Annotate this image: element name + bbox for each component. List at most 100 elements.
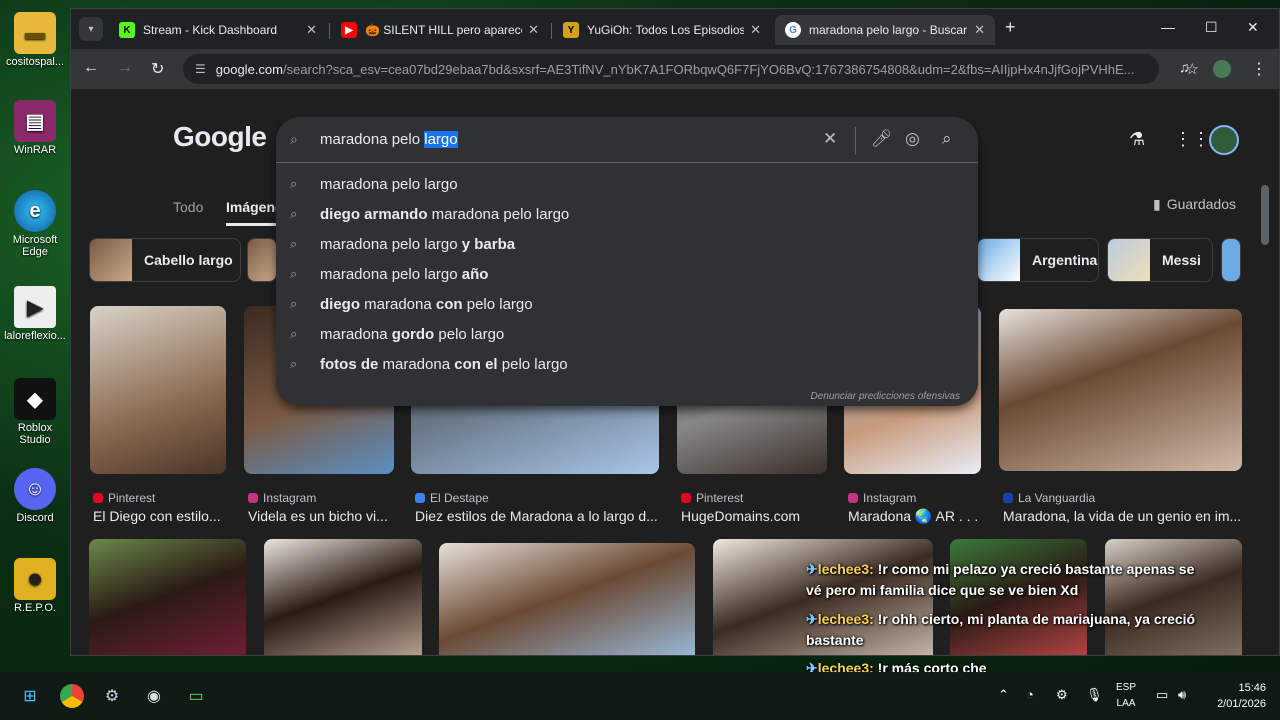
- tab-yugioh[interactable]: Y YuGiOh: Todos Los Episodios A ✕: [553, 15, 771, 45]
- search-input[interactable]: maradona pelo largo: [320, 131, 458, 148]
- result-caption[interactable]: Diez estilos de Maradona a lo largo d...: [415, 508, 665, 524]
- menu-kebab-icon[interactable]: ⋮: [1251, 59, 1267, 79]
- result-caption[interactable]: El Diego con estilo...: [93, 508, 233, 524]
- site-info-icon[interactable]: ☰: [195, 62, 206, 76]
- video-file-icon: ▶: [14, 286, 56, 328]
- search-icon: ⌕: [290, 236, 298, 251]
- suggestion-item[interactable]: ⌕ diego armando maradona pelo largo: [276, 199, 978, 229]
- result-image[interactable]: [439, 543, 695, 655]
- tab-kick[interactable]: K Stream - Kick Dashboard ✕: [109, 15, 327, 45]
- browser-window: ▾ K Stream - Kick Dashboard ✕ ▶ 🎃 SILENT…: [70, 8, 1280, 656]
- close-tab-icon[interactable]: ✕: [306, 22, 317, 38]
- desktop-icon-roblox[interactable]: ◆ Roblox Studio: [2, 378, 68, 446]
- saved-link[interactable]: ▮ Guardados: [1153, 196, 1236, 213]
- report-predictions-link[interactable]: Denunciar predicciones ofensivas: [810, 391, 960, 402]
- result-source[interactable]: Instagram: [248, 491, 316, 505]
- suggestion-text: fotos de maradona con el pelo largo: [320, 356, 568, 373]
- result-source[interactable]: Pinterest: [681, 491, 743, 505]
- labs-flask-icon[interactable]: ⚗: [1129, 129, 1145, 150]
- tab-youtube[interactable]: ▶ 🎃 SILENT HILL pero aparece E ✕: [331, 15, 549, 45]
- result-image[interactable]: [89, 539, 246, 655]
- suggestion-item[interactable]: ⌕ maradona pelo largo: [276, 169, 978, 199]
- back-arrow-icon[interactable]: ←: [83, 59, 99, 77]
- desktop-icon-winrar[interactable]: ▤ WinRAR: [2, 100, 68, 156]
- chip-messi[interactable]: Messi: [1107, 238, 1213, 282]
- result-image[interactable]: [1105, 539, 1242, 655]
- result-image[interactable]: [999, 309, 1242, 471]
- suggestion-text: maradona pelo largo: [320, 176, 458, 193]
- suggestion-bold-part: gordo: [391, 325, 435, 343]
- tray-overflow-icon[interactable]: ⌃: [998, 687, 1009, 703]
- winrar-icon: ▤: [14, 100, 56, 142]
- steam-taskbar-icon[interactable]: ⚙: [100, 684, 124, 708]
- chip-argentina[interactable]: Argentina: [977, 238, 1099, 282]
- close-window-button[interactable]: ✕: [1247, 19, 1259, 36]
- chip-cabello-largo[interactable]: Cabello largo: [89, 238, 241, 282]
- minimize-button[interactable]: —: [1161, 19, 1175, 35]
- apps-grid-icon[interactable]: ⋮⋮: [1174, 129, 1210, 150]
- desktop-icon-edge[interactable]: e Microsoft Edge: [2, 190, 68, 258]
- account-avatar[interactable]: [1209, 125, 1239, 155]
- chip-partial[interactable]: [247, 238, 277, 282]
- windows-start-icon[interactable]: ⊞: [18, 684, 42, 708]
- chrome-taskbar-icon[interactable]: [60, 684, 84, 708]
- chat-text: vé pero mi familia dice que se ve bien X…: [806, 582, 1079, 598]
- volume-icon[interactable]: 🔊︎: [1178, 687, 1186, 703]
- obs-taskbar-icon[interactable]: ◉: [142, 684, 166, 708]
- chat-text: !r ohh cierto, mi planta de mariajuana, …: [873, 611, 1196, 627]
- microphone-icon[interactable]: 🎤︎: [871, 129, 893, 149]
- result-source[interactable]: El Destape: [415, 491, 489, 505]
- input-language-indicator[interactable]: ESP LAA: [1116, 680, 1136, 712]
- maximize-button[interactable]: ☐: [1205, 19, 1218, 36]
- suggestion-bold-part: diego armando: [320, 205, 428, 223]
- search-submit-icon[interactable]: ⌕: [942, 129, 952, 149]
- result-caption[interactable]: HugeDomains.com: [681, 508, 831, 524]
- result-source[interactable]: La Vanguardia: [1003, 491, 1095, 505]
- clear-icon[interactable]: ✕: [823, 129, 837, 149]
- taskbar-clock[interactable]: 15:46 2/01/2026: [1196, 680, 1266, 712]
- desktop-icon-discord[interactable]: ☺ Discord: [2, 468, 68, 524]
- close-tab-icon[interactable]: ✕: [974, 22, 985, 38]
- tab-bar: ▾ K Stream - Kick Dashboard ✕ ▶ 🎃 SILENT…: [71, 9, 1279, 49]
- suggestion-item[interactable]: ⌕ maradona pelo largo año: [276, 259, 978, 289]
- desktop-icon-video[interactable]: ▶ laloreflexio...: [2, 286, 68, 342]
- suggestion-item[interactable]: ⌕ fotos de maradona con el pelo largo: [276, 349, 978, 379]
- forward-arrow-icon[interactable]: →: [117, 59, 133, 77]
- result-source[interactable]: Instagram: [848, 491, 916, 505]
- tab-google-search[interactable]: G maradona pelo largo - Buscar c ✕: [775, 15, 995, 45]
- result-caption[interactable]: Maradona, la vida de un genio en im...: [1003, 508, 1243, 524]
- clock-time: 15:46: [1238, 682, 1266, 694]
- result-image[interactable]: [264, 539, 422, 655]
- instagram-icon: [248, 493, 258, 503]
- result-source[interactable]: Pinterest: [93, 491, 155, 505]
- result-image[interactable]: [90, 306, 226, 474]
- suggestion-item[interactable]: ⌕ diego maradona con pelo largo: [276, 289, 978, 319]
- new-tab-button[interactable]: +: [1005, 17, 1016, 38]
- bookmark-icon: ▮: [1153, 196, 1161, 212]
- result-caption[interactable]: Videla es un bicho vi...: [248, 508, 398, 524]
- terminal-taskbar-icon[interactable]: ▭: [184, 684, 208, 708]
- tab-search-button[interactable]: ▾: [79, 17, 103, 41]
- lens-camera-icon[interactable]: ◎: [905, 129, 920, 149]
- suggestion-part: pelo largo: [434, 325, 505, 343]
- desktop-icon-repo[interactable]: ☻ R.E.P.O.: [2, 558, 68, 614]
- tab-all[interactable]: Todo: [173, 199, 203, 215]
- steam-tray-icon[interactable]: ⚙: [1056, 687, 1068, 703]
- tray-app-icon[interactable]: ◔: [1026, 687, 1034, 702]
- reload-icon[interactable]: ↻: [151, 59, 164, 79]
- microphone-tray-icon[interactable]: 🎙︎: [1086, 687, 1103, 703]
- address-bar[interactable]: ☰ google.com /search?sca_esv=cea07bd29eb…: [183, 54, 1199, 84]
- page-scrollbar[interactable]: [1261, 185, 1269, 245]
- chip-partial-right[interactable]: [1221, 238, 1241, 282]
- result-caption[interactable]: Maradona 🌏 AR . . .: [848, 508, 988, 525]
- suggestion-item[interactable]: ⌕ maradona pelo largo y barba: [276, 229, 978, 259]
- network-icon[interactable]: ▭: [1156, 687, 1168, 703]
- profile-avatar-icon[interactable]: [1213, 60, 1231, 78]
- suggestion-item[interactable]: ⌕ maradona gordo pelo largo: [276, 319, 978, 349]
- close-tab-icon[interactable]: ✕: [528, 22, 539, 38]
- desktop-icon-folder[interactable]: ▬ cositospal...: [2, 12, 68, 68]
- media-control-icon[interactable]: ♫: [1179, 59, 1190, 75]
- lang-layout: LAA: [1116, 698, 1136, 709]
- google-logo[interactable]: Google: [173, 121, 267, 153]
- close-tab-icon[interactable]: ✕: [750, 22, 761, 38]
